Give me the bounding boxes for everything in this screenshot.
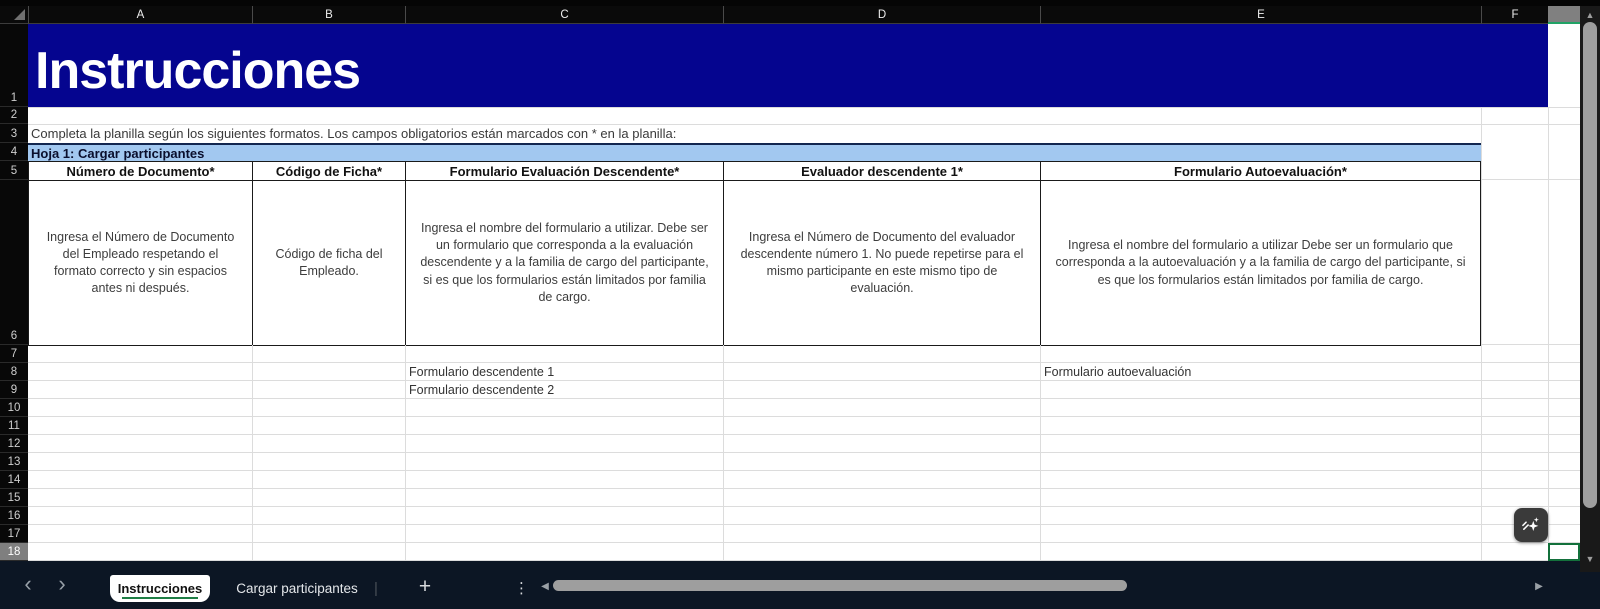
header-cell-formulario-descendente[interactable]: Formulario Evaluación Descendente* — [405, 161, 724, 181]
horizontal-scrollbar-thumb[interactable] — [553, 580, 1127, 591]
description-cell-numero-documento[interactable]: Ingresa el Número de Documento del Emple… — [28, 180, 253, 346]
row-header-2[interactable]: 2 — [0, 107, 28, 124]
active-tab-underline — [122, 597, 198, 599]
row-header-10[interactable]: 10 — [0, 399, 28, 417]
sheet-nav-prev-button[interactable]: ‹ — [16, 571, 40, 597]
row-header-15[interactable]: 15 — [0, 489, 28, 507]
description-cell-formulario-autoevaluacion[interactable]: Ingresa el nombre del formulario a utili… — [1040, 180, 1481, 346]
scroll-down-arrow[interactable]: ▼ — [1580, 552, 1600, 566]
header-cell-evaluador-descendente[interactable]: Evaluador descendente 1* — [723, 161, 1041, 181]
row-header-5[interactable]: 5 — [0, 161, 28, 180]
row-header-17[interactable]: 17 — [0, 525, 28, 543]
header-cell-formulario-autoevaluacion[interactable]: Formulario Autoevaluación* — [1040, 161, 1481, 181]
vertical-scrollbar-thumb[interactable] — [1583, 22, 1597, 508]
column-header-d[interactable]: D — [723, 6, 1040, 24]
section-header-cell[interactable]: Hoja 1: Cargar participantes — [28, 143, 1481, 161]
cell-e8[interactable]: Formulario autoevaluación — [1040, 363, 1481, 381]
add-sheet-button[interactable]: + — [412, 572, 438, 602]
row-header-18-selected[interactable]: 18 — [0, 543, 28, 561]
sheet-title: Instrucciones — [35, 41, 360, 101]
row-header-8[interactable]: 8 — [0, 363, 28, 381]
sheet-list-menu-button[interactable]: ⋮ — [512, 574, 532, 601]
sheet-nav-next-button[interactable]: › — [50, 571, 74, 597]
header-cell-codigo-ficha[interactable]: Código de Ficha* — [252, 161, 406, 181]
hscroll-right-arrow[interactable]: ▶ — [1532, 578, 1546, 594]
tab-cargar-participantes[interactable]: Cargar participantes — [232, 575, 362, 602]
ai-sparkle-button[interactable] — [1514, 508, 1548, 542]
row-header-column: 1 2 3 4 5 6 7 8 9 10 11 12 13 14 15 16 1… — [0, 24, 28, 561]
column-header-c[interactable]: C — [405, 6, 723, 24]
column-header-e[interactable]: E — [1040, 6, 1481, 24]
row-header-3[interactable]: 3 — [0, 124, 28, 143]
hscroll-left-arrow[interactable]: ◀ — [538, 578, 552, 594]
spreadsheet-app: A B C D E F 1 2 3 4 5 6 7 8 9 10 11 12 1… — [0, 0, 1600, 609]
row-header-12[interactable]: 12 — [0, 435, 28, 453]
selected-cell-g18[interactable] — [1548, 543, 1580, 561]
sparkle-icon — [1520, 514, 1542, 536]
cell-c9[interactable]: Formulario descendente 2 — [405, 381, 723, 399]
title-cell[interactable]: Instrucciones — [28, 24, 1548, 107]
description-cell-evaluador-descendente[interactable]: Ingresa el Número de Documento del evalu… — [723, 180, 1041, 346]
row-header-6[interactable]: 6 — [0, 180, 28, 345]
tab-instrucciones[interactable]: Instrucciones — [110, 575, 210, 602]
row-header-7[interactable]: 7 — [0, 345, 28, 363]
vertical-scrollbar[interactable]: ▲ ▼ — [1580, 6, 1600, 572]
tab-separator: | — [371, 575, 381, 602]
column-header-g-selected[interactable] — [1548, 6, 1580, 24]
sheet-grid: Instrucciones Completa la planilla según… — [28, 24, 1580, 561]
column-header-f[interactable]: F — [1481, 6, 1548, 24]
column-header-a[interactable]: A — [28, 6, 252, 24]
description-cell-codigo-ficha[interactable]: Código de ficha del Empleado. — [252, 180, 406, 346]
intro-text-cell[interactable]: Completa la planilla según los siguiente… — [28, 124, 1480, 143]
sheet-tab-bar: ‹ › Instrucciones Cargar participantes |… — [0, 561, 1600, 609]
description-cell-formulario-descendente[interactable]: Ingresa el nombre del formulario a utili… — [405, 180, 724, 346]
column-header-b[interactable]: B — [252, 6, 405, 24]
row-header-4[interactable]: 4 — [0, 143, 28, 161]
row-header-13[interactable]: 13 — [0, 453, 28, 471]
row-header-14[interactable]: 14 — [0, 471, 28, 489]
row-header-16[interactable]: 16 — [0, 507, 28, 525]
row-header-9[interactable]: 9 — [0, 381, 28, 399]
select-all-triangle-icon — [14, 9, 25, 20]
cell-c8[interactable]: Formulario descendente 1 — [405, 363, 723, 381]
row-header-11[interactable]: 11 — [0, 417, 28, 435]
row-header-1[interactable]: 1 — [0, 24, 28, 107]
select-all-corner[interactable] — [0, 6, 28, 24]
header-cell-numero-documento[interactable]: Número de Documento* — [28, 161, 253, 181]
scroll-up-arrow[interactable]: ▲ — [1580, 8, 1600, 22]
